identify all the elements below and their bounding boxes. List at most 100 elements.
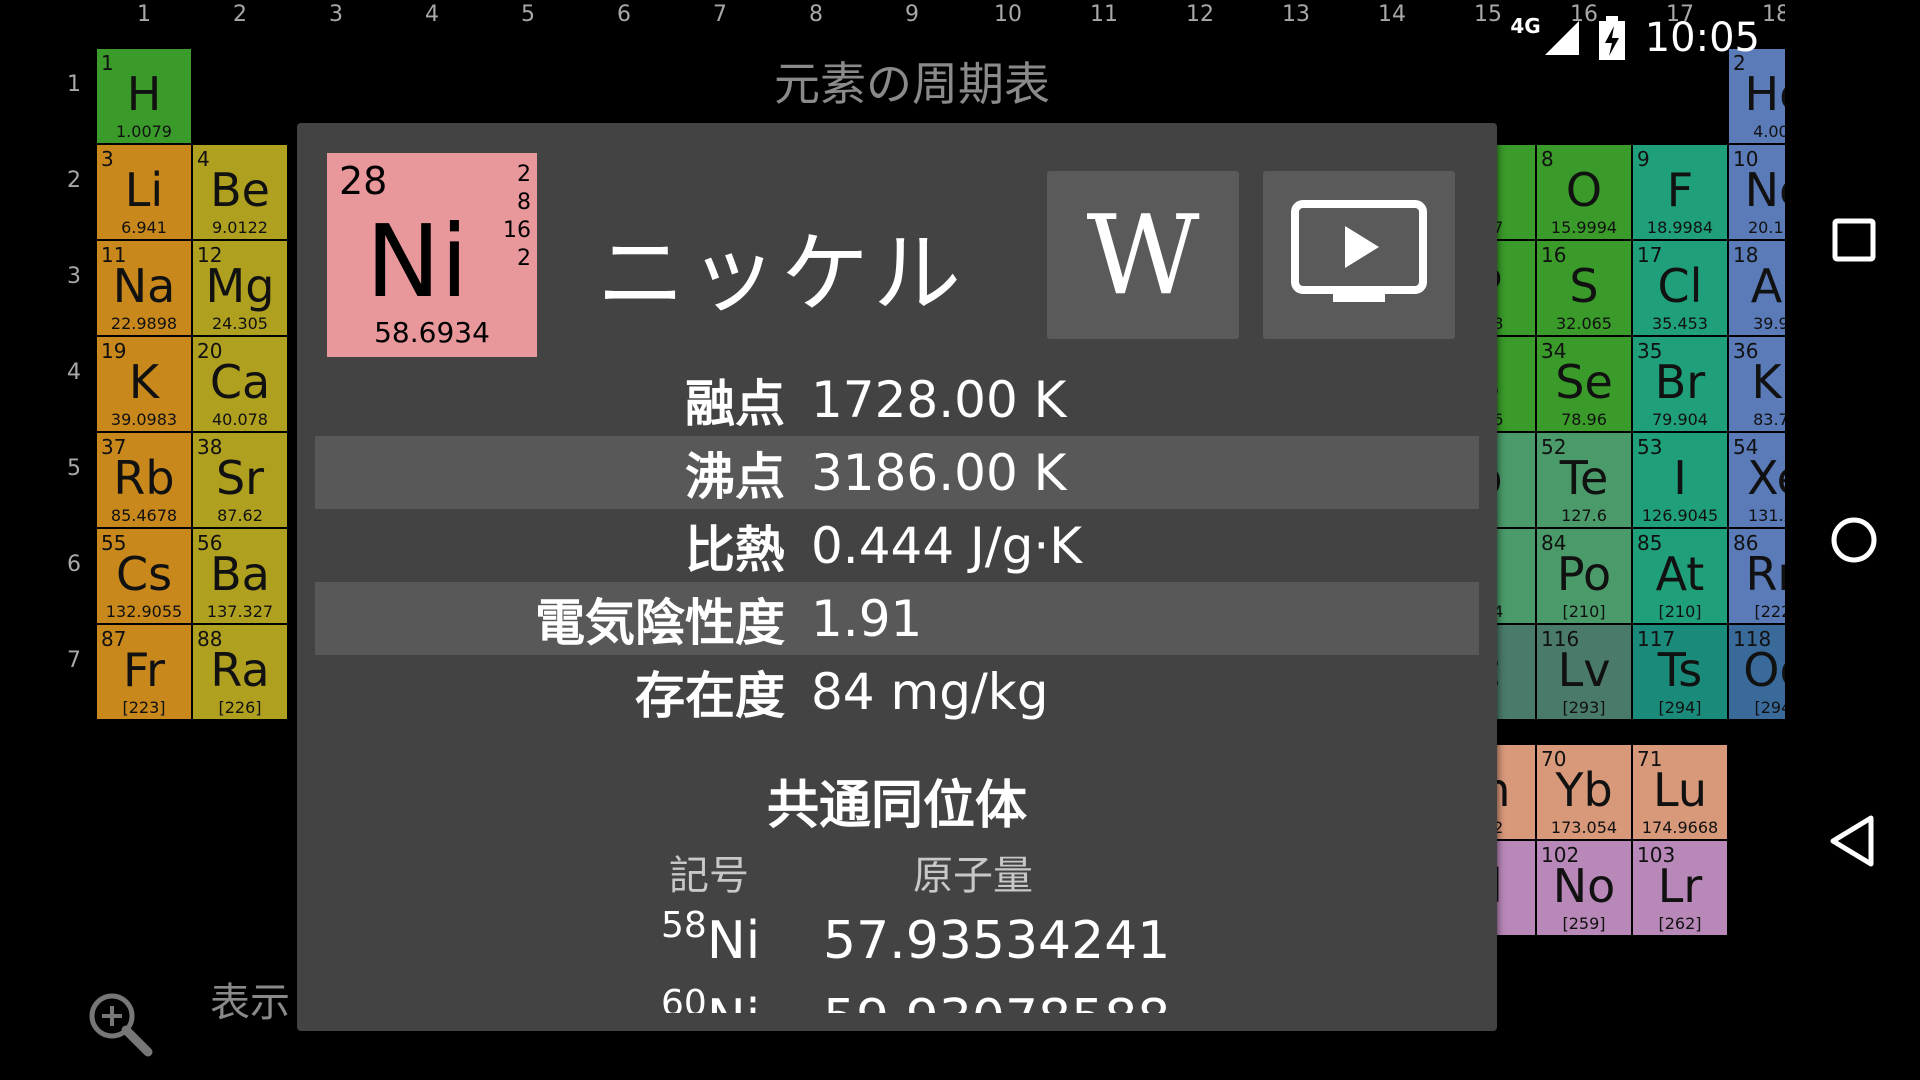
cell-symbol: I — [1673, 451, 1687, 505]
element-cell[interactable]: 56 Ba 137.327 — [192, 528, 288, 624]
video-button[interactable] — [1263, 171, 1455, 339]
cell-atomic-mass: 126.9045 — [1641, 506, 1719, 525]
element-cell[interactable]: 16 S 32.065 — [1536, 240, 1632, 336]
back-icon[interactable] — [1819, 806, 1889, 876]
cell-atomic-mass: 40.078 — [212, 410, 268, 429]
cell-symbol: Mg — [205, 259, 275, 313]
cell-atomic-mass: 1.0079 — [116, 122, 172, 141]
column-number: 2 — [233, 2, 247, 27]
element-cell[interactable]: 38 Sr 87.62 — [192, 432, 288, 528]
element-cell[interactable]: 116 Lv [293] — [1536, 624, 1632, 720]
column-number: 3 — [329, 2, 343, 27]
element-cell[interactable]: 1 H 1.0079 — [96, 48, 192, 144]
element-cell[interactable]: 103 Lr [262] — [1632, 840, 1728, 936]
isotope-element: Ni — [707, 989, 760, 1013]
row-number: 3 — [67, 264, 81, 289]
element-cell[interactable]: 52 Te 127.6 — [1536, 432, 1632, 528]
element-cell[interactable]: 3 Li 6.941 — [96, 144, 192, 240]
element-cell[interactable]: 88 Ra [226] — [192, 624, 288, 720]
cell-atomic-mass: [294] — [1658, 698, 1702, 717]
element-cell[interactable]: 17 Cl 35.453 — [1632, 240, 1728, 336]
element-cell[interactable]: 35 Br 79.904 — [1632, 336, 1728, 432]
cell-symbol: O — [1565, 163, 1603, 217]
column-number: 6 — [617, 2, 631, 27]
column-number: 13 — [1282, 2, 1310, 27]
element-cell[interactable]: 9 F 18.9984 — [1632, 144, 1728, 240]
element-cell[interactable]: 12 Mg 24.305 — [192, 240, 288, 336]
element-cell[interactable]: 85 At [210] — [1632, 528, 1728, 624]
row-number: 6 — [67, 552, 81, 577]
element-cell[interactable]: 70 Yb 173.054 — [1536, 744, 1632, 840]
recent-apps-icon[interactable] — [1819, 205, 1889, 275]
column-number: 12 — [1186, 2, 1214, 27]
cell-symbol: Sr — [215, 451, 265, 505]
cell-symbol: Po — [1556, 547, 1612, 601]
cell-atomic-mass: 79.904 — [1652, 410, 1708, 429]
atomic-number: 28 — [339, 159, 388, 203]
cell-symbol: Lu — [1653, 763, 1707, 817]
cell-symbol: Te — [1559, 451, 1609, 505]
column-number: 8 — [809, 2, 823, 27]
cell-symbol: Lr — [1657, 859, 1703, 913]
cell-atomic-mass: 137.327 — [206, 602, 274, 621]
isotope-symbol-header: 記号 — [669, 853, 749, 899]
zoom-icon[interactable] — [86, 990, 154, 1058]
element-cell[interactable]: 19 K 39.0983 — [96, 336, 192, 432]
property-label: 融点 — [685, 374, 785, 433]
mass-number: 60 — [661, 983, 707, 1013]
column-number: 11 — [1090, 2, 1118, 27]
cell-atomic-mass: 15.9994 — [1550, 218, 1618, 237]
cell-atomic-mass: 9.0122 — [212, 218, 268, 237]
cell-symbol: Ca — [209, 355, 271, 409]
row-number: 5 — [67, 456, 81, 481]
element-cell[interactable]: 102 No [259] — [1536, 840, 1632, 936]
property-value: 1728.00 K — [811, 370, 1067, 429]
property-row: 比熱 0.444 J/g·K — [315, 509, 1479, 582]
cell-atomic-mass: 24.305 — [212, 314, 268, 333]
property-row: 融点 1728.00 K — [315, 363, 1479, 436]
element-cell[interactable]: 4 Be 9.0122 — [192, 144, 288, 240]
cell-atomic-mass: [210] — [1658, 602, 1702, 621]
cell-atomic-mass: 174.9668 — [1641, 818, 1719, 837]
row-number: 4 — [67, 360, 81, 385]
cell-atomic-mass: 85.4678 — [110, 506, 178, 525]
cell-atomic-mass: [223] — [122, 698, 166, 717]
cell-atomic-mass: 35.453 — [1652, 314, 1708, 333]
cell-symbol: K — [128, 355, 160, 409]
navigation-bar — [1785, 0, 1920, 1080]
shell-count: 2 — [517, 246, 531, 271]
element-cell[interactable]: 37 Rb 85.4678 — [96, 432, 192, 528]
element-cell[interactable]: 84 Po [210] — [1536, 528, 1632, 624]
element-detail-dialog: 28 Ni 58.6934 2 8 16 2 ニッケル W 融点 1728.00 … — [297, 123, 1497, 1031]
element-cell[interactable]: 20 Ca 40.078 — [192, 336, 288, 432]
cell-symbol: Se — [1555, 355, 1613, 409]
cell-symbol: Yb — [1555, 763, 1613, 817]
wikipedia-button[interactable]: W — [1047, 171, 1239, 339]
property-value: 84 mg/kg — [811, 662, 1049, 721]
isotope-mass-header: 原子量 — [913, 853, 1033, 899]
row-number: 2 — [67, 168, 81, 193]
cell-atomic-mass: [293] — [1562, 698, 1606, 717]
cell-atomic-mass: 132.9055 — [105, 602, 183, 621]
element-cell[interactable]: 117 Ts [294] — [1632, 624, 1728, 720]
column-number: 7 — [713, 2, 727, 27]
element-cell[interactable]: 34 Se 78.96 — [1536, 336, 1632, 432]
element-cell[interactable]: 87 Fr [223] — [96, 624, 192, 720]
isotopes-title: 共通同位体 — [766, 776, 1027, 836]
video-play-icon — [1291, 200, 1427, 302]
isotope-mass: 59.93078588 — [823, 989, 1170, 1013]
element-cell[interactable]: 8 O 15.9994 — [1536, 144, 1632, 240]
cell-atomic-mass: [262] — [1658, 914, 1702, 933]
network-label: 4G — [1510, 14, 1541, 38]
isotope-list[interactable]: 58Ni 57.93534241 60Ni 59.93078588 — [297, 903, 1497, 1013]
element-cell[interactable]: 11 Na 22.9898 — [96, 240, 192, 336]
cell-atomic-mass: 22.9898 — [110, 314, 178, 333]
property-row: 沸点 3186.00 K — [315, 436, 1479, 509]
home-icon[interactable] — [1819, 505, 1889, 575]
cell-symbol: At — [1655, 547, 1705, 601]
element-cell[interactable]: 55 Cs 132.9055 — [96, 528, 192, 624]
element-cell[interactable]: 53 I 126.9045 — [1632, 432, 1728, 528]
cell-symbol: Cs — [115, 547, 173, 601]
display-label[interactable]: 表示 — [210, 970, 290, 1028]
element-cell[interactable]: 71 Lu 174.9668 — [1632, 744, 1728, 840]
